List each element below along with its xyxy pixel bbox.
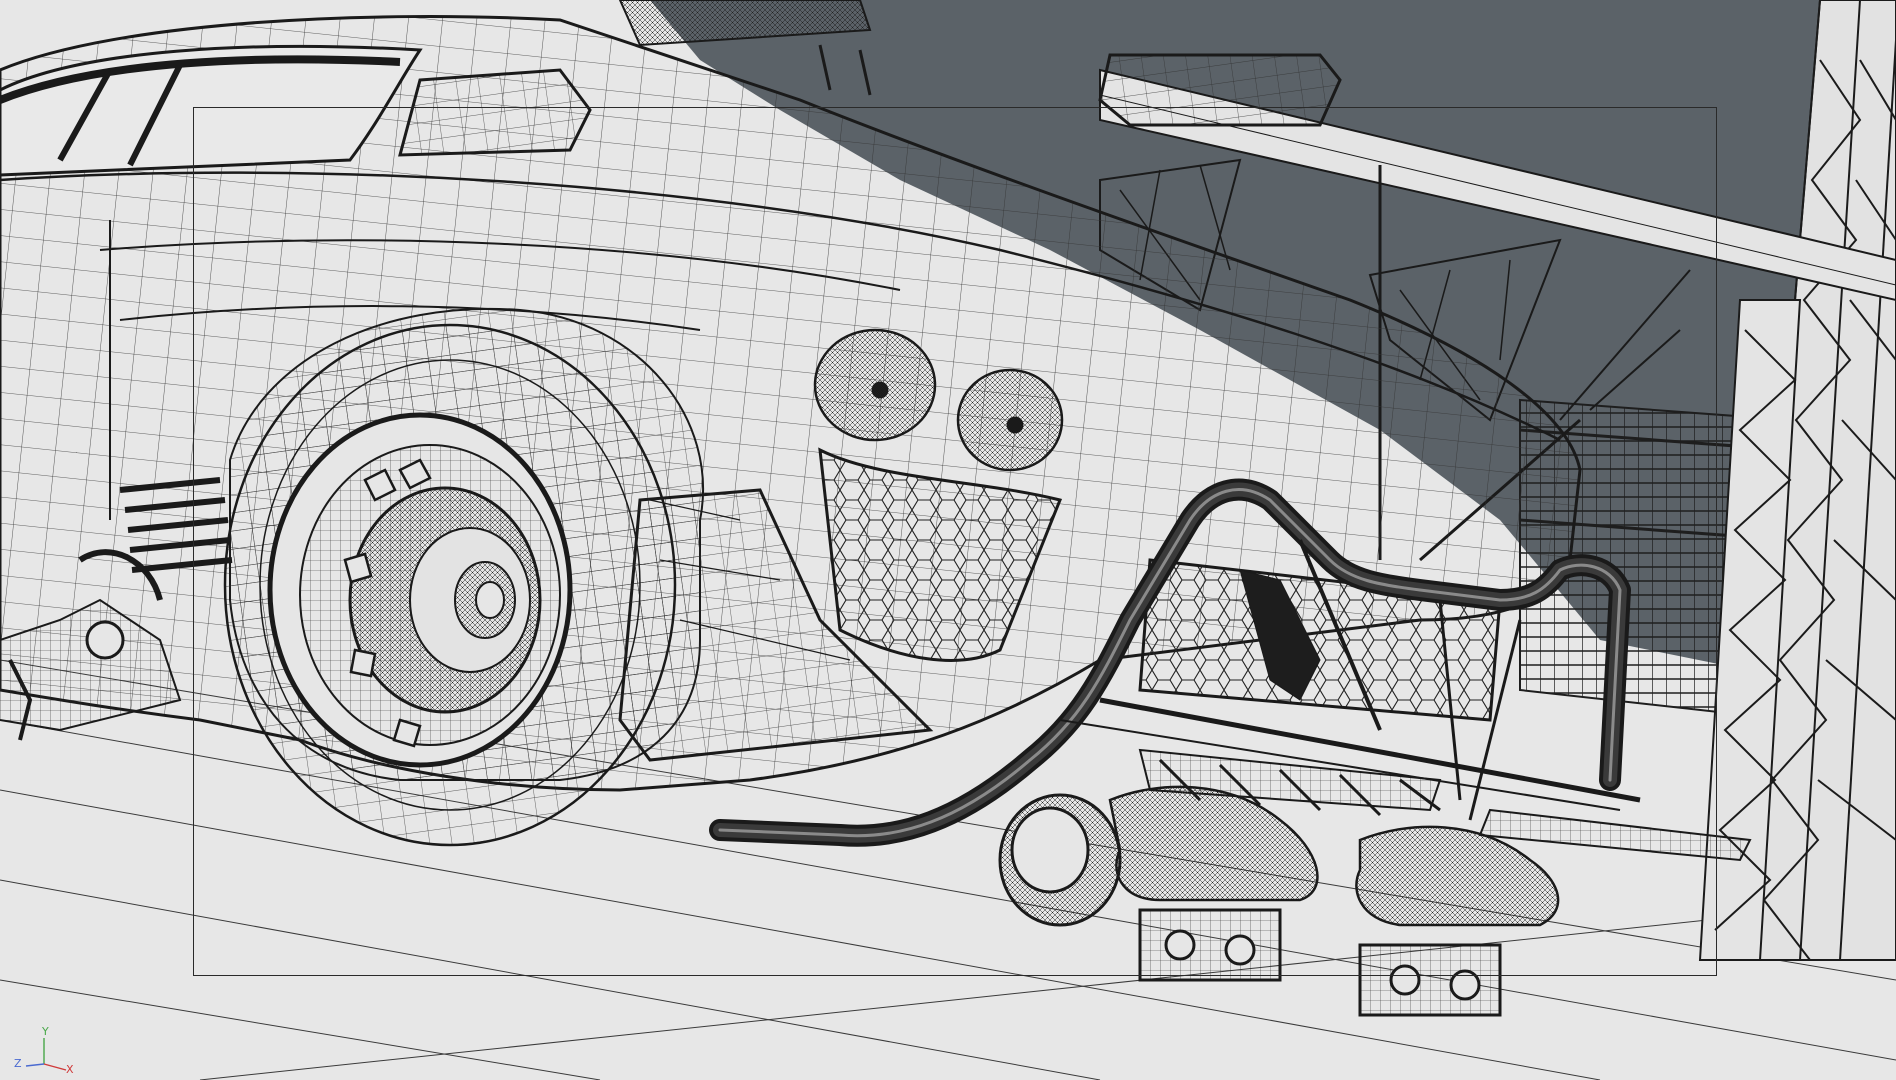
axis-gizmo: Y X Z bbox=[10, 1024, 80, 1076]
x-axis-line bbox=[43, 1063, 67, 1071]
3d-viewport[interactable]: Y X Z bbox=[0, 0, 1896, 1080]
rear-wheel bbox=[223, 323, 677, 847]
exhaust-manifold bbox=[998, 785, 1560, 1017]
y-axis-label: Y bbox=[42, 1025, 49, 1038]
z-axis-line bbox=[25, 1063, 45, 1067]
z-axis-label: Z bbox=[14, 1057, 22, 1070]
x-axis-label: X bbox=[66, 1063, 74, 1076]
wireframe-scene[interactable] bbox=[0, 0, 1896, 1080]
